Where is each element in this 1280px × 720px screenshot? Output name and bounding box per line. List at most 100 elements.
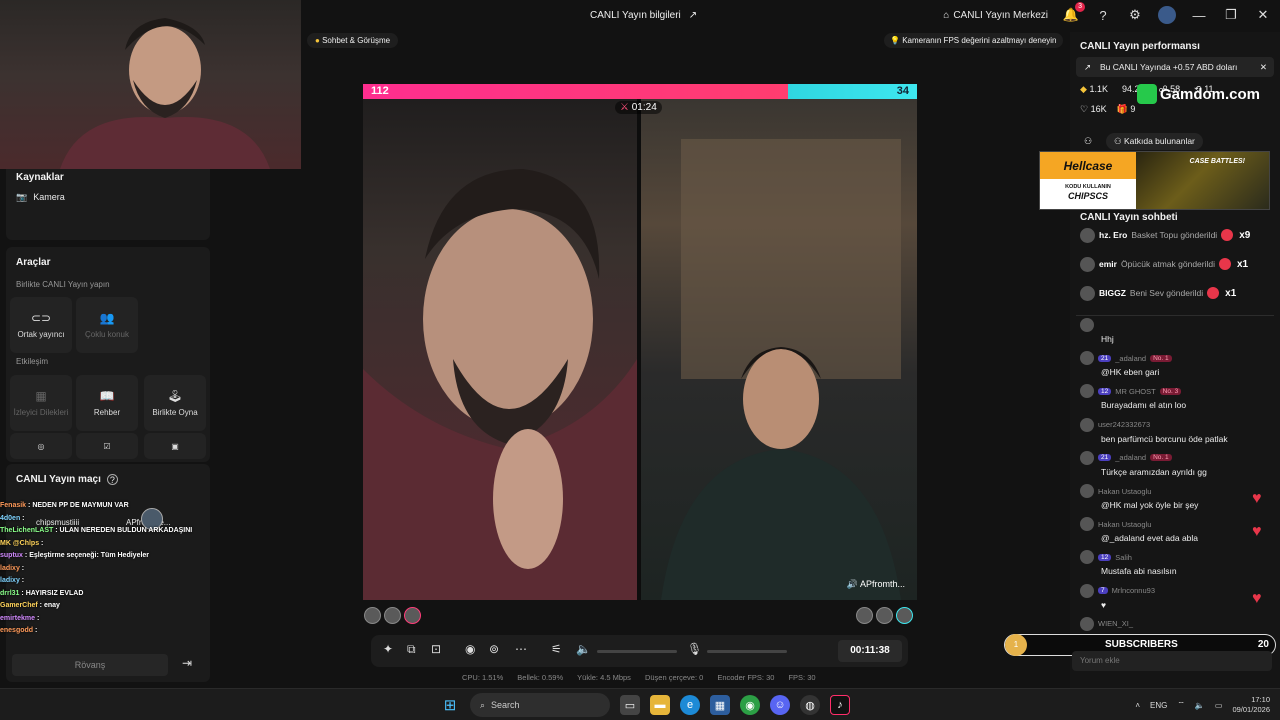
chat-username[interactable]: Hakan Ustaoglu <box>1098 487 1151 496</box>
rematch-button[interactable]: Rövanş <box>12 654 168 676</box>
overlay-chat-line: suptux : Eşleştirme seçeneği: Tüm Hediye… <box>0 550 196 563</box>
task-view-icon[interactable]: ▭ <box>620 695 640 715</box>
discord-icon[interactable]: ☺ <box>770 695 790 715</box>
gift-sender: emir <box>1099 259 1117 269</box>
viewer-requests-button[interactable]: ▦ İzleyici Dilekleri <box>10 375 72 431</box>
wifi-icon[interactable]: ⌔ <box>1177 700 1185 710</box>
volume-icon[interactable]: 🔈 <box>576 642 591 656</box>
avatar[interactable] <box>1080 550 1094 565</box>
clock[interactable]: 17:10 09/01/2026 <box>1232 695 1270 715</box>
gear-icon[interactable]: ⚙ <box>1126 6 1144 24</box>
restore-icon[interactable]: ❐ <box>1222 6 1240 24</box>
info-icon[interactable]: ? <box>106 474 118 485</box>
supporter-avatar[interactable] <box>876 607 893 624</box>
overlay-chat-separator: : <box>35 614 40 622</box>
record-icon[interactable]: ◉ <box>465 642 475 656</box>
chat-username[interactable]: Mrlnconnu93 <box>1112 586 1155 595</box>
tiktok-live-icon[interactable]: ♪ <box>830 695 850 715</box>
tool-extra-3[interactable]: ▣ <box>144 433 206 459</box>
chat-username[interactable]: WIEN_XI_ <box>1098 619 1133 628</box>
supporter-avatar[interactable] <box>364 607 381 624</box>
coins-stat: ◆ 1.1K <box>1080 84 1108 95</box>
close-icon[interactable]: ✕ <box>1254 6 1272 24</box>
live-center-link[interactable]: ⌂ CANLI Yayın Merkezi <box>943 10 1048 21</box>
windows-start-icon[interactable]: ⊞ <box>440 695 460 715</box>
magic-wand-icon[interactable]: ✦ <box>383 642 393 656</box>
chat-username[interactable]: _adaland <box>1115 354 1146 363</box>
chat-username[interactable]: _adaland <box>1115 453 1146 462</box>
chat-message: Hakan Ustaoglu @HK mal yok öyle bir şey <box>1080 484 1276 510</box>
profile-avatar[interactable] <box>1158 6 1176 24</box>
file-explorer-icon[interactable]: ▬ <box>650 695 670 715</box>
avatar[interactable] <box>1080 484 1094 498</box>
stream-duration: 00:11:38 <box>838 640 902 662</box>
avatar[interactable] <box>1080 417 1094 432</box>
avatar[interactable] <box>1080 517 1094 532</box>
host-camera <box>363 99 637 600</box>
battery-icon[interactable]: ▭ <box>1215 701 1223 710</box>
avatar[interactable] <box>1080 256 1095 272</box>
avatar[interactable] <box>1080 318 1094 332</box>
chrome-icon[interactable]: ◉ <box>740 695 760 715</box>
supporter-avatar[interactable] <box>856 607 873 624</box>
chat-input[interactable]: Yorum ekle <box>1072 651 1272 671</box>
layout-icon[interactable]: ⊡ <box>431 642 441 656</box>
help-icon[interactable]: ? <box>1094 6 1112 24</box>
effects-icon[interactable]: ⧉ <box>407 642 416 657</box>
store-icon[interactable]: ▦ <box>710 695 730 715</box>
mic-slider[interactable] <box>707 650 787 653</box>
taskbar-apps: ⊞ ⌕ Search ▭ ▬ e ▦ ◉ ☺ ◍ ♪ <box>440 693 850 717</box>
exit-icon[interactable]: ⇥ <box>182 656 192 670</box>
target-icon[interactable]: ⊚ <box>489 642 499 656</box>
microphone-icon[interactable]: 🎙 <box>687 642 702 656</box>
webcam-overlay <box>0 0 301 169</box>
avatar[interactable] <box>1080 227 1095 243</box>
match-header: CANLI Yayın maçı ? <box>16 474 118 485</box>
together-label: Birlikte CANLI Yayın yapın <box>16 280 110 289</box>
user-add-icon[interactable]: ⚇ <box>1084 136 1092 147</box>
avatar[interactable] <box>1080 616 1094 631</box>
volume-slider[interactable] <box>597 650 677 653</box>
chat-message: Hhj <box>1080 318 1276 344</box>
avatar[interactable] <box>1080 285 1095 301</box>
language-indicator[interactable]: ENG <box>1150 701 1167 710</box>
tool-extra-1[interactable]: ◎ <box>10 433 72 459</box>
right-panel: CANLI Yayın performansı ↗ Bu CANLI Yayın… <box>1070 32 1280 688</box>
avatar[interactable] <box>1080 450 1094 465</box>
chat-call-hint[interactable]: ● Sohbet & Görüşme <box>307 33 399 48</box>
play-together-button[interactable]: 🕹 Birlikte Oyna <box>144 375 206 431</box>
obs-icon[interactable]: ◍ <box>800 695 820 715</box>
supporter-avatar[interactable] <box>404 607 421 624</box>
edge-icon[interactable]: e <box>680 695 700 715</box>
more-icon[interactable]: ⋯ <box>515 642 527 656</box>
cohost-button[interactable]: ⊂⊃ Ortak yayıncı <box>10 297 72 353</box>
avatar[interactable] <box>1080 384 1094 399</box>
heart-reaction-icon: ♥ <box>1252 589 1262 607</box>
gift-text: Basket Topu gönderildi <box>1131 230 1218 240</box>
chat-username[interactable]: MR GHOST <box>1115 387 1155 396</box>
minimize-icon[interactable]: — <box>1190 6 1208 24</box>
avatar[interactable] <box>1080 583 1094 598</box>
chevron-up-icon[interactable]: ˄ <box>1135 701 1140 710</box>
chat-username[interactable]: user242332673 <box>1098 420 1150 429</box>
camera-label: Kamera <box>33 192 65 202</box>
guide-button[interactable]: 📖 Rehber <box>76 375 138 431</box>
overlay-chat: Fenasik : NEDEN PP DE MAYMUN VAR 4d0en : … <box>0 500 196 638</box>
multi-guest-button[interactable]: 👥 Çoklu konuk <box>76 297 138 353</box>
adjust-icon[interactable]: ⚟ <box>551 642 562 656</box>
camera-source[interactable]: 📷 Kamera <box>16 192 65 203</box>
avatar[interactable] <box>1080 351 1094 366</box>
stream-info-title[interactable]: CANLI Yayın bilgileri ↗ <box>590 10 697 21</box>
chat-message-header: 7 Mrlnconnu93 <box>1080 583 1276 598</box>
close-icon[interactable]: ✕ <box>1260 57 1267 77</box>
bell-icon[interactable]: 🔔 3 <box>1062 2 1085 24</box>
speaker-icon[interactable]: 🔈 <box>1195 701 1205 710</box>
share-icon[interactable]: ↗ <box>689 10 697 21</box>
tool-extra-2[interactable]: ☑ <box>76 433 138 459</box>
chat-username[interactable]: Salih <box>1115 553 1132 562</box>
taskbar-search[interactable]: ⌕ Search <box>470 693 610 717</box>
supporter-avatar[interactable] <box>896 607 913 624</box>
chat-username[interactable]: Hakan Ustaoglu <box>1098 520 1151 529</box>
contributors-button[interactable]: ⚇ Katkıda bulunanlar <box>1106 133 1203 150</box>
supporter-avatar[interactable] <box>384 607 401 624</box>
